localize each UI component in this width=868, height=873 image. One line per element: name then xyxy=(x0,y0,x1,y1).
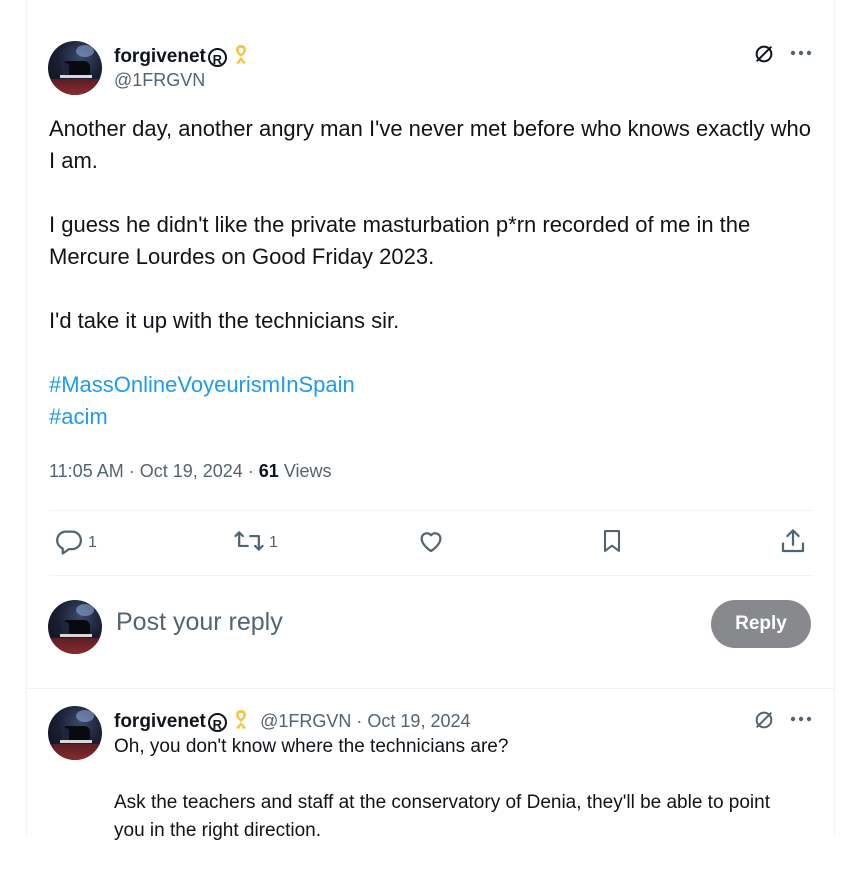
retweet-icon xyxy=(233,526,265,561)
reply-tweet-text: Oh, you don't know where the technicians… xyxy=(114,733,804,873)
hashtag-link[interactable]: #acim xyxy=(49,404,108,429)
more-icon[interactable] xyxy=(788,707,814,731)
divider xyxy=(49,575,813,576)
reply-author-name[interactable]: forgivenet R @1FRGVN · Oct 19, 2024 xyxy=(114,708,471,736)
grok-icon[interactable] xyxy=(752,42,776,66)
reply-author-avatar[interactable] xyxy=(48,706,102,760)
tweet-time[interactable]: 11:05 AM xyxy=(49,461,124,481)
views-label: Views xyxy=(283,461,332,481)
tweet-date[interactable]: Oct 19, 2024 xyxy=(140,461,243,481)
views-count: 61 xyxy=(258,461,279,481)
tweet-paragraph: Ask the teachers and staff at the conser… xyxy=(114,792,771,841)
reply-count: 1 xyxy=(88,534,97,551)
like-action[interactable] xyxy=(416,526,446,560)
retweet-count: 1 xyxy=(269,534,278,551)
author-name[interactable]: forgivenet R xyxy=(114,43,251,71)
my-avatar[interactable] xyxy=(48,600,102,654)
author-handle[interactable]: @1FRGVN xyxy=(114,70,205,91)
tweet-paragraph: Oh, you don't know where the technicians… xyxy=(114,736,509,757)
ribbon-icon xyxy=(231,43,251,71)
share-icon xyxy=(778,526,808,561)
registered-mark: R xyxy=(207,48,227,67)
tweet-paragraph: I guess he didn't like the private mastu… xyxy=(49,212,751,269)
divider xyxy=(49,510,813,511)
registered-mark: R xyxy=(207,713,227,732)
reply-icon xyxy=(54,526,84,561)
tweet-meta: 11:05 AM · Oct 19, 2024 · 61 Views xyxy=(49,461,332,481)
author-avatar[interactable] xyxy=(48,41,102,95)
grok-icon[interactable] xyxy=(752,708,776,732)
reply-action[interactable]: 1 xyxy=(54,526,97,560)
bookmark-action[interactable] xyxy=(598,526,626,560)
divider xyxy=(27,688,834,689)
tweet-paragraph: Another day, another angry man I've neve… xyxy=(49,116,811,173)
retweet-action[interactable]: 1 xyxy=(233,526,278,560)
share-action[interactable] xyxy=(778,526,808,560)
tweet-paragraph: I'd take it up with the technicians sir. xyxy=(49,308,400,333)
hashtags: #MassOnlineVoyeurismInSpain #acim xyxy=(49,369,819,433)
bookmark-icon xyxy=(598,526,626,561)
tweet-text: Another day, another angry man I've neve… xyxy=(49,113,819,433)
ribbon-icon xyxy=(231,708,251,736)
like-icon xyxy=(416,526,446,561)
reply-handle-date[interactable]: @1FRGVN · Oct 19, 2024 xyxy=(260,711,470,731)
hashtag-link[interactable]: #MassOnlineVoyeurismInSpain xyxy=(49,372,355,397)
more-icon[interactable] xyxy=(788,41,814,65)
reply-button[interactable]: Reply xyxy=(711,600,811,648)
reply-input[interactable]: Post your reply xyxy=(116,608,283,637)
